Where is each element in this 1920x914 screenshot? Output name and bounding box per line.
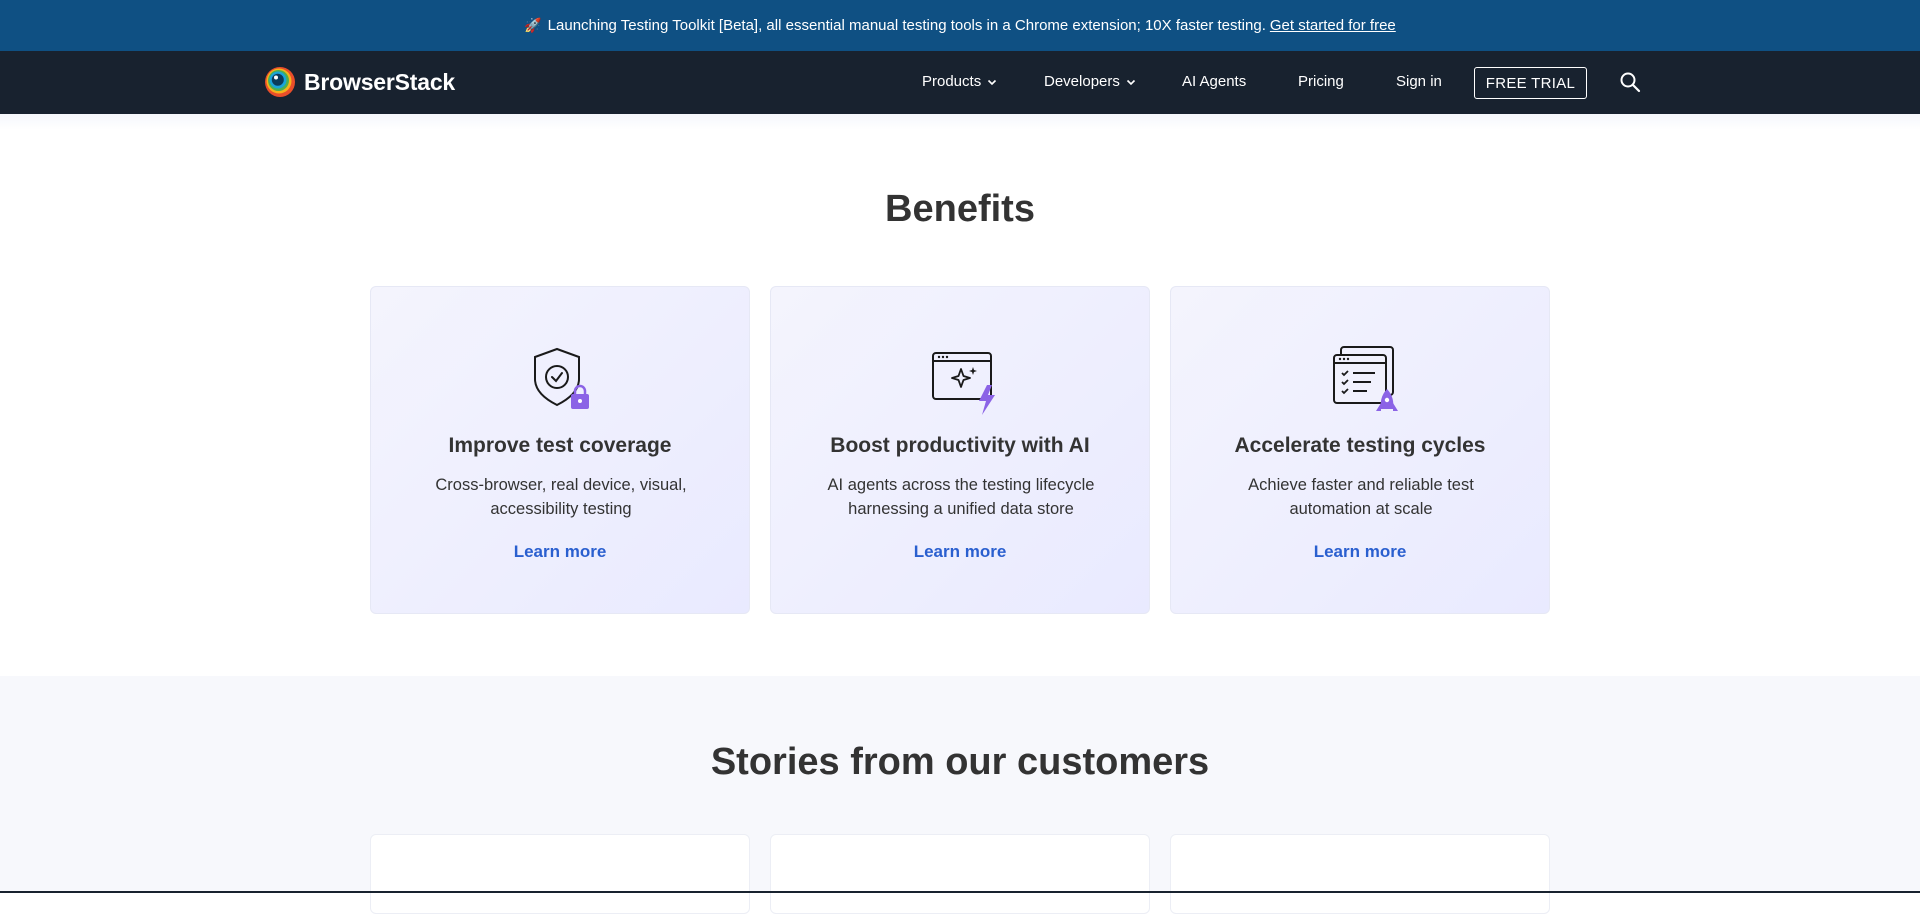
benefit-card-ai: Boost productivity with AI AI agents acr… bbox=[770, 286, 1150, 614]
nav-ai-agents[interactable]: AI Agents bbox=[1182, 73, 1246, 90]
nav-sign-in-label: Sign in bbox=[1396, 73, 1442, 90]
ai-window-bolt-icon bbox=[932, 352, 995, 415]
story-card[interactable] bbox=[370, 834, 750, 914]
story-card[interactable] bbox=[1170, 834, 1550, 914]
story-card[interactable] bbox=[770, 834, 1150, 914]
nav-pricing-label: Pricing bbox=[1298, 73, 1344, 90]
get-started-link[interactable]: Get started for free bbox=[1270, 17, 1396, 34]
benefits-title: Benefits bbox=[885, 188, 1035, 230]
brand-logo[interactable]: BrowserStack bbox=[264, 65, 455, 99]
search-icon[interactable] bbox=[1619, 71, 1641, 93]
nav-products[interactable]: Products bbox=[922, 73, 997, 90]
nav-products-label: Products bbox=[922, 73, 982, 90]
announcement-bar: 🚀 Launching Testing Toolkit [Beta], all … bbox=[0, 0, 1920, 51]
nav-ai-agents-label: AI Agents bbox=[1182, 73, 1247, 90]
nav-sign-in[interactable]: Sign in bbox=[1396, 73, 1442, 90]
shield-check-lock-icon bbox=[534, 347, 589, 409]
brand-name: BrowserStack bbox=[304, 68, 456, 95]
benefit-description: AI agents across the testing lifecycle h… bbox=[827, 476, 1095, 518]
learn-more-link[interactable]: Learn more bbox=[371, 542, 749, 562]
announcement-text: Launching Testing Toolkit [Beta], all es… bbox=[547, 17, 1266, 34]
checklist-rocket-icon bbox=[1333, 346, 1398, 411]
chevron-down-icon bbox=[988, 79, 997, 85]
stories-section: Stories from our customers bbox=[0, 676, 1920, 914]
free-trial-button[interactable]: FREE TRIAL bbox=[1474, 67, 1587, 99]
learn-more-link[interactable]: Learn more bbox=[1171, 542, 1549, 562]
benefit-title: Accelerate testing cycles bbox=[1234, 434, 1486, 457]
benefit-description: Achieve faster and reliable test automat… bbox=[1248, 476, 1474, 518]
benefit-title: Improve test coverage bbox=[448, 434, 672, 457]
section-divider bbox=[0, 114, 1920, 130]
stories-title: Stories from our customers bbox=[710, 741, 1210, 783]
chevron-down-icon bbox=[1126, 79, 1135, 85]
nav-developers-label: Developers bbox=[1044, 73, 1120, 90]
nav-developers[interactable]: Developers bbox=[1044, 73, 1136, 90]
browserstack-logo-icon bbox=[265, 67, 295, 97]
top-navbar: BrowserStack Products Developers AI Agen… bbox=[0, 51, 1920, 114]
benefit-title: Boost productivity with AI bbox=[830, 434, 1090, 457]
benefit-card-coverage: Improve test coverage Cross-browser, rea… bbox=[370, 286, 750, 614]
rocket-icon: 🚀 bbox=[524, 17, 542, 33]
benefit-description: Cross-browser, real device, visual, acce… bbox=[435, 476, 687, 518]
benefit-card-accelerate: Accelerate testing cycles Achieve faster… bbox=[1170, 286, 1550, 614]
learn-more-link[interactable]: Learn more bbox=[771, 542, 1149, 562]
nav-pricing[interactable]: Pricing bbox=[1298, 73, 1344, 90]
